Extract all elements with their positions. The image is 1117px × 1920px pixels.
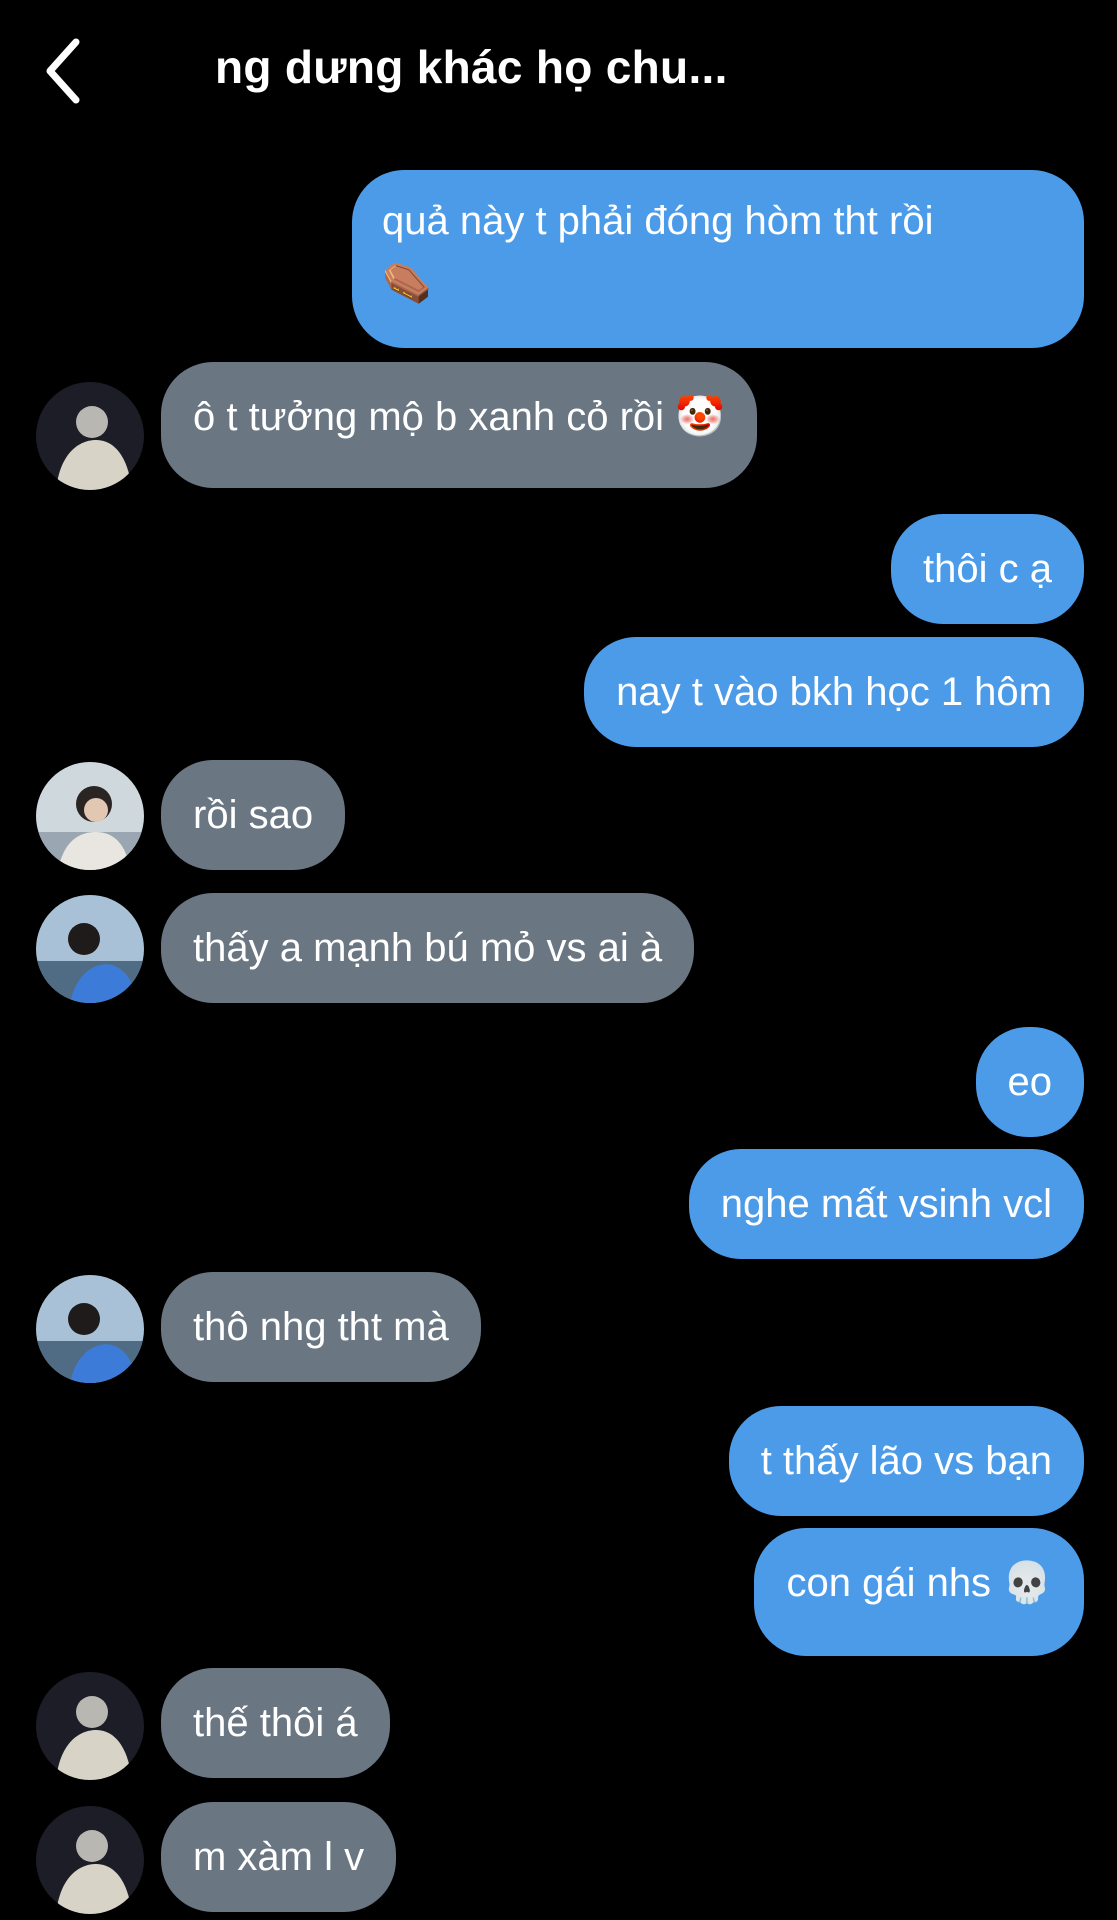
message-outgoing[interactable]: nay t vào bkh học 1 hôm xyxy=(584,637,1084,747)
message-outgoing[interactable]: t thấy lão vs bạn xyxy=(728,1406,1084,1516)
message-outgoing[interactable]: eo xyxy=(975,1027,1084,1137)
message-outgoing[interactable]: nghe mất vsinh vcl xyxy=(688,1149,1084,1259)
message-outgoing[interactable]: thôi c ạ xyxy=(891,514,1084,624)
back-button[interactable] xyxy=(40,36,90,106)
sender-avatar[interactable] xyxy=(36,1672,144,1780)
chat-header: ng dưng khác họ chu... xyxy=(0,0,1117,140)
sender-avatar[interactable] xyxy=(36,1806,144,1914)
message-text: nghe mất vsinh vcl xyxy=(720,1182,1052,1226)
message-outgoing[interactable]: con gái nhs 💀 xyxy=(754,1528,1084,1656)
message-text: thế thôi á xyxy=(193,1701,358,1745)
message-text: ô t tưởng mộ b xanh cỏ rồi xyxy=(193,395,665,439)
chevron-left-icon xyxy=(46,38,80,104)
message-incoming[interactable]: thấy a mạnh bú mỏ vs ai à xyxy=(161,893,695,1003)
message-incoming[interactable]: thô nhg tht mà xyxy=(161,1272,481,1382)
message-incoming[interactable]: thế thôi á xyxy=(161,1668,390,1778)
message-outgoing[interactable]: quả này t phải đóng hòm tht rồi ⚰️ xyxy=(352,170,1084,348)
sender-avatar[interactable] xyxy=(36,382,144,490)
sender-avatar[interactable] xyxy=(36,895,144,1003)
message-text: thấy a mạnh bú mỏ vs ai à xyxy=(193,926,663,970)
sender-avatar[interactable] xyxy=(36,1275,144,1383)
message-text: quả này t phải đóng hòm tht rồi xyxy=(382,199,934,243)
message-text: eo xyxy=(1007,1060,1053,1104)
message-text: t thấy lão vs bạn xyxy=(760,1439,1052,1483)
coffin-emoji: ⚰️ xyxy=(382,260,432,306)
message-incoming[interactable]: m xàm l v xyxy=(161,1802,397,1912)
message-incoming[interactable]: ô t tưởng mộ b xanh cỏ rồi 🤡 xyxy=(161,362,757,488)
message-incoming[interactable]: rồi sao xyxy=(161,760,346,870)
message-text: con gái nhs xyxy=(786,1561,992,1605)
message-text: thôi c ạ xyxy=(923,547,1052,591)
message-text: rồi sao xyxy=(193,793,314,837)
clown-emoji: 🤡 xyxy=(675,394,725,440)
skull-emoji: 💀 xyxy=(1002,1560,1052,1606)
sender-avatar[interactable] xyxy=(36,762,144,870)
message-text: nay t vào bkh học 1 hôm xyxy=(616,670,1052,714)
message-text: thô nhg tht mà xyxy=(193,1305,449,1349)
conversation-title[interactable]: ng dưng khác họ chu... xyxy=(215,40,728,94)
message-text: m xàm l v xyxy=(193,1835,365,1879)
